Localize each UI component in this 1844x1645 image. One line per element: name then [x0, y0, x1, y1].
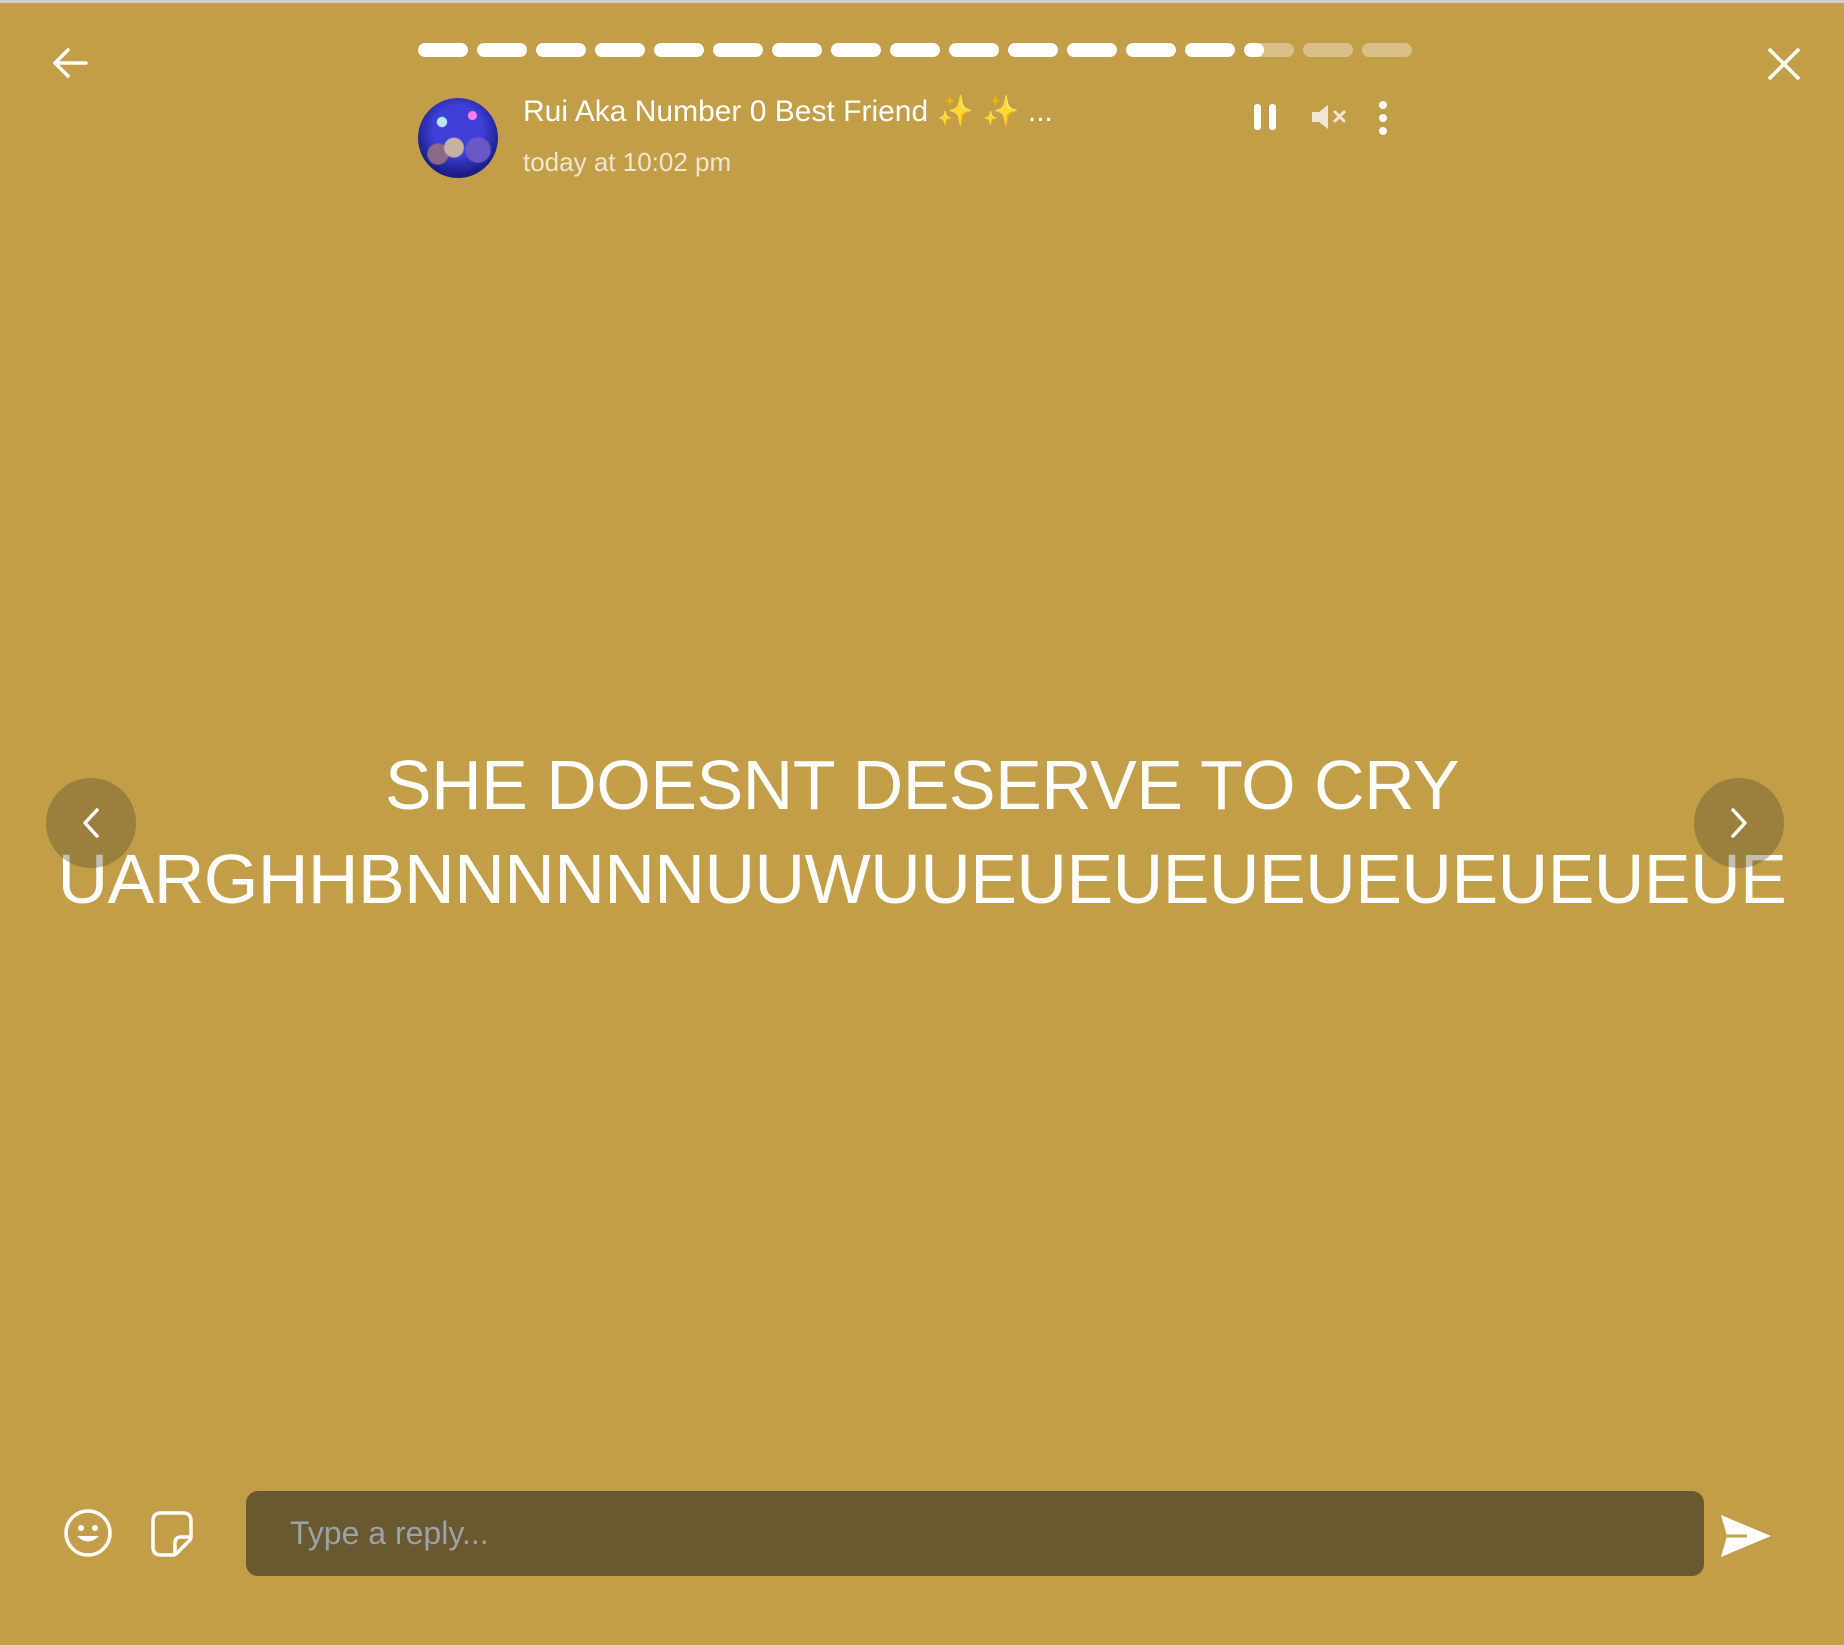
progress-segment [418, 43, 468, 57]
reply-input[interactable] [246, 1491, 1704, 1576]
progress-segment-fill [831, 43, 881, 57]
pause-button[interactable] [1248, 100, 1282, 134]
send-button[interactable] [1718, 1508, 1774, 1564]
progress-segment-fill [1244, 43, 1264, 57]
progress-segment-fill [477, 43, 527, 57]
progress-segment [1362, 43, 1412, 57]
send-icon [1721, 1515, 1771, 1557]
progress-segment-fill [418, 43, 468, 57]
sticker-button[interactable] [146, 1505, 198, 1561]
previous-story-button[interactable] [46, 778, 136, 868]
progress-segment [1244, 43, 1294, 57]
story-text-line-1: SHE DOESNT DESERVE TO CRY [384, 746, 1460, 824]
chevron-left-icon [83, 808, 99, 838]
progress-segment [890, 43, 940, 57]
progress-segment-fill [536, 43, 586, 57]
arrow-left-icon [53, 48, 88, 78]
story-progress-bar [418, 43, 1412, 57]
back-button[interactable] [42, 38, 98, 88]
progress-segment [1067, 43, 1117, 57]
chevron-right-icon [1731, 808, 1747, 838]
avatar[interactable] [418, 98, 498, 178]
progress-segment [772, 43, 822, 57]
reply-box [246, 1491, 1704, 1576]
story-text-line-2: UARGHHBNNNNNNUUWUUEUEUEUEUEUEUEUEUE [57, 840, 1787, 918]
progress-segment-fill [890, 43, 940, 57]
more-options-button[interactable] [1368, 98, 1398, 138]
progress-segment [1185, 43, 1235, 57]
progress-segment-fill [772, 43, 822, 57]
progress-segment [1126, 43, 1176, 57]
progress-segment-fill [1126, 43, 1176, 57]
progress-segment-fill [595, 43, 645, 57]
story-text: SHE DOESNT DESERVE TO CRY UARGHHBNNNNNNU… [0, 738, 1844, 926]
pause-icon [1254, 104, 1276, 130]
sticker-icon [151, 1511, 193, 1557]
progress-segment [949, 43, 999, 57]
progress-segment [654, 43, 704, 57]
smiley-icon [64, 1509, 112, 1557]
progress-segment-fill [1185, 43, 1235, 57]
emoji-button[interactable] [60, 1505, 116, 1561]
volume-muted-icon [1312, 105, 1346, 129]
progress-segment [713, 43, 763, 57]
progress-segment [1008, 43, 1058, 57]
progress-segment-fill [654, 43, 704, 57]
more-vertical-icon [1379, 101, 1387, 135]
mute-button[interactable] [1308, 100, 1350, 134]
progress-segment-fill [1067, 43, 1117, 57]
progress-segment-fill [713, 43, 763, 57]
close-icon [1768, 48, 1800, 80]
progress-segment [536, 43, 586, 57]
author-name[interactable]: Rui Aka Number 0 Best Friend ✨ ✨ ... [523, 94, 1053, 129]
progress-segment-fill [1008, 43, 1058, 57]
close-button[interactable] [1758, 38, 1810, 90]
progress-segment [595, 43, 645, 57]
progress-segment [1303, 43, 1353, 57]
progress-segment [831, 43, 881, 57]
window-top-border [0, 0, 1844, 3]
story-timestamp: today at 10:02 pm [523, 147, 732, 177]
progress-segment-fill [949, 43, 999, 57]
next-story-button[interactable] [1694, 778, 1784, 868]
progress-segment [477, 43, 527, 57]
